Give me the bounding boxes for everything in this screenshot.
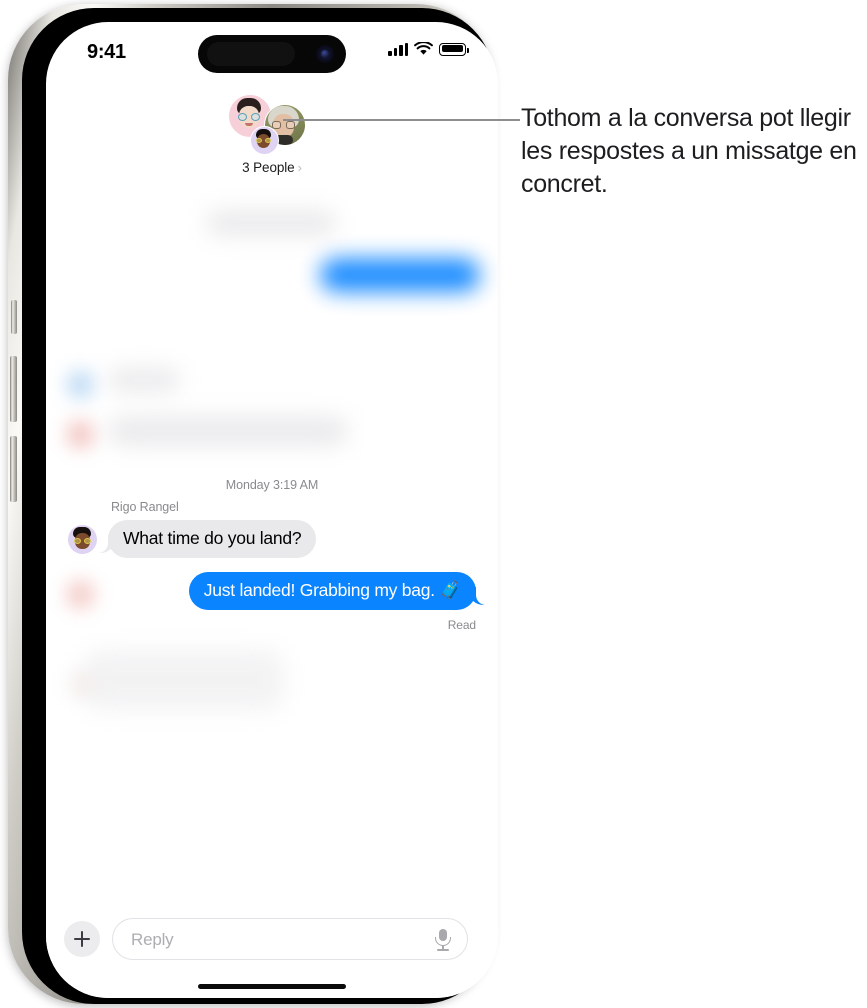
message-sender-name: Rigo Rangel bbox=[111, 500, 179, 514]
screenshot-stage: 9:41 3 People › Monday 3:19 AM Rigo Rang… bbox=[0, 0, 867, 1008]
delivery-status-label: Read bbox=[447, 618, 476, 632]
wifi-icon bbox=[414, 42, 433, 55]
phone-bezel: 9:41 3 People › Monday 3:19 AM Rigo Rang… bbox=[22, 8, 498, 1004]
message-list[interactable]: Monday 3:19 AM Rigo Rangel What time do … bbox=[46, 172, 498, 912]
incoming-bubble-tail bbox=[98, 535, 115, 553]
outgoing-bubble-tail bbox=[469, 587, 486, 605]
add-attachment-button[interactable] bbox=[64, 921, 100, 957]
participants-label: 3 People bbox=[242, 160, 295, 175]
callout-text: Tothom a la conversa pot llegir les resp… bbox=[521, 104, 857, 198]
home-indicator[interactable] bbox=[198, 984, 346, 989]
iphone-device-frame: 9:41 3 People › Monday 3:19 AM Rigo Rang… bbox=[8, 4, 498, 1004]
reply-placeholder: Reply bbox=[131, 930, 174, 949]
blurred-message-bubble bbox=[206, 210, 336, 236]
blurred-avatar bbox=[68, 670, 97, 699]
microphone-icon[interactable] bbox=[433, 929, 453, 951]
status-bar-indicators bbox=[388, 42, 469, 56]
outgoing-message-bubble[interactable]: Just landed! Grabbing my bag. 🧳 bbox=[188, 572, 476, 610]
blurred-avatar bbox=[66, 580, 95, 609]
conversation-header[interactable]: 3 People › bbox=[46, 84, 498, 175]
phone-screen: 9:41 3 People › Monday 3:19 AM Rigo Rang… bbox=[46, 22, 498, 998]
memoji-avatar-purple[interactable] bbox=[68, 525, 97, 554]
incoming-message-bubble[interactable]: What time do you land? bbox=[108, 520, 317, 558]
front-camera-icon bbox=[316, 45, 334, 63]
timestamp-divider: Monday 3:19 AM bbox=[225, 478, 319, 492]
dynamic-island-pill bbox=[207, 42, 295, 66]
status-bar-time: 9:41 bbox=[87, 41, 126, 63]
memoji-avatar-purple[interactable] bbox=[250, 126, 279, 155]
status-bar: 9:41 bbox=[46, 22, 498, 84]
participant-avatar-cluster[interactable] bbox=[222, 94, 322, 162]
message-input-bar: Reply bbox=[46, 912, 498, 998]
volume-up-button[interactable] bbox=[10, 356, 17, 422]
blurred-avatar bbox=[66, 420, 95, 449]
cellular-signal-icon bbox=[388, 42, 408, 56]
blurred-message-bubble bbox=[84, 650, 284, 710]
mute-button[interactable] bbox=[11, 300, 17, 334]
blurred-avatar bbox=[66, 370, 95, 399]
battery-full-icon bbox=[439, 42, 469, 56]
volume-down-button[interactable] bbox=[10, 436, 17, 502]
blurred-message-bubble bbox=[108, 368, 180, 392]
chevron-right-icon: › bbox=[297, 160, 302, 175]
blurred-message-bubble bbox=[320, 258, 480, 292]
participants-link[interactable]: 3 People › bbox=[46, 160, 498, 175]
blurred-message-bubble bbox=[108, 416, 348, 446]
dynamic-island[interactable] bbox=[198, 35, 346, 73]
reply-input-field[interactable]: Reply bbox=[112, 918, 468, 960]
callout-leader-line bbox=[283, 119, 520, 121]
